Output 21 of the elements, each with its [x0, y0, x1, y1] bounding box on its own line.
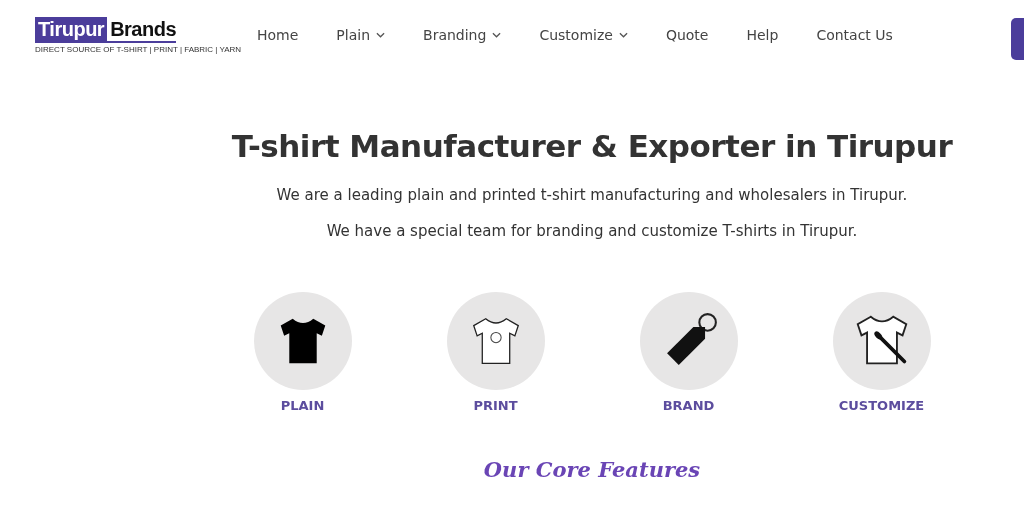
- logo-text[interactable]: Brands: [107, 17, 177, 41]
- nav-link[interactable]: Help: [746, 27, 779, 43]
- nav-link[interactable]: Plain: [336, 27, 386, 43]
- page-heading: T-shirt Manufacturer & Exporter in Tirupur: [231, 128, 953, 164]
- category-label[interactable]: CUSTOMIZE: [838, 398, 925, 413]
- logo-text[interactable]: Tirupur: [35, 17, 108, 41]
- category-label[interactable]: PLAIN: [280, 398, 325, 413]
- caret-icon: [492, 32, 502, 38]
- category-label[interactable]: PRINT: [473, 398, 518, 413]
- category-label[interactable]: BRAND: [662, 398, 715, 413]
- logo-tagline: DIRECT SOURCE OF T-SHIRT | PRINT | FABRIC | YARN: [35, 45, 242, 55]
- nav-link[interactable]: Contact Us: [816, 27, 893, 43]
- section-heading: Our Core Features: [483, 457, 701, 482]
- intro-text: We have a special team for branding and customize T-shirts in Tirupur.: [326, 222, 858, 240]
- nav-link[interactable]: Customize: [539, 27, 628, 43]
- nav-link[interactable]: Quote: [665, 27, 709, 43]
- caret-icon: [376, 32, 386, 38]
- intro-text: We are a leading plain and printed t-shirt manufacturing and wholesalers in Tirupur.: [276, 186, 908, 204]
- nav-link[interactable]: Home: [257, 27, 299, 43]
- nav-link[interactable]: Branding: [423, 27, 502, 43]
- caret-icon: [618, 32, 628, 38]
